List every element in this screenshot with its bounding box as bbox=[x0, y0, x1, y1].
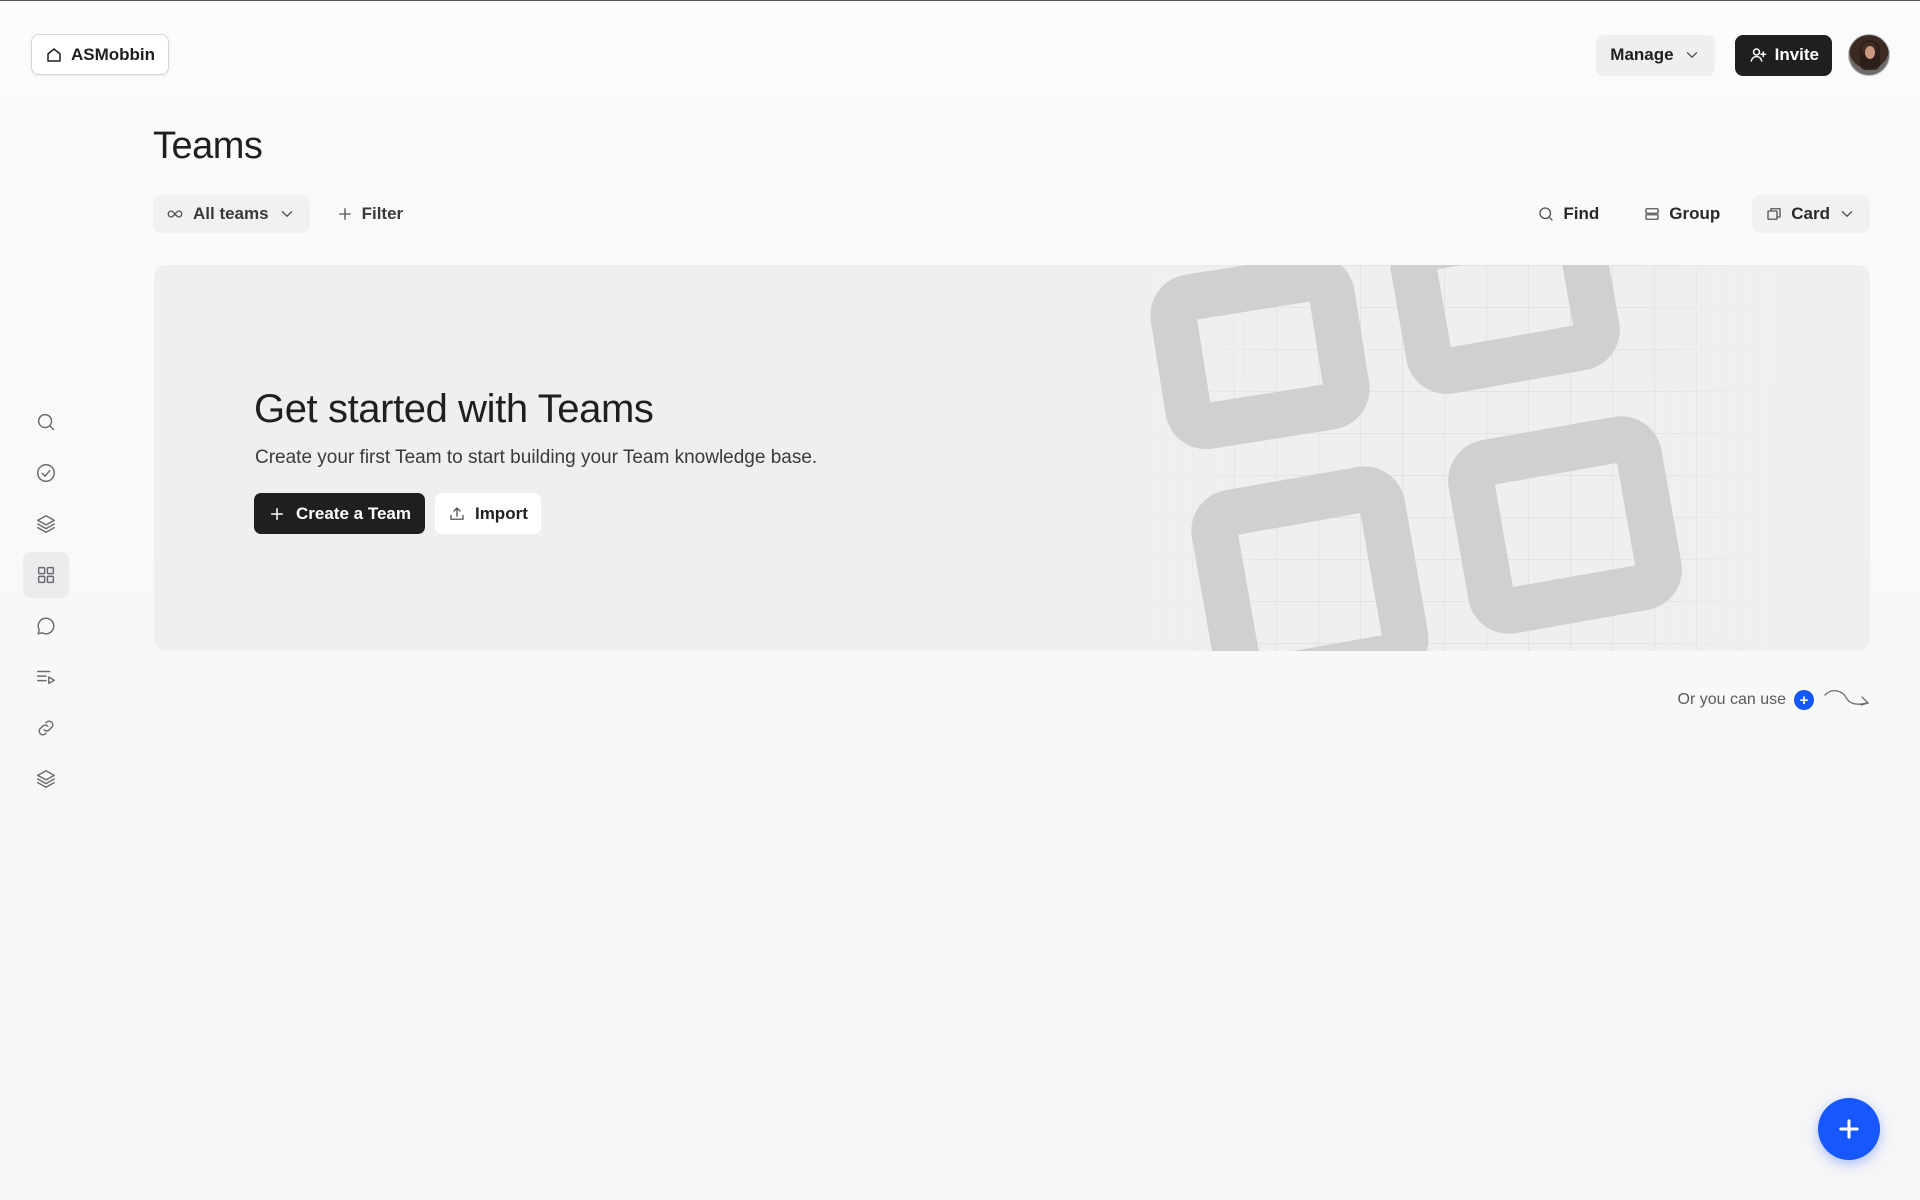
hint-plus-badge: + bbox=[1794, 690, 1814, 710]
filter-button[interactable]: Filter bbox=[326, 195, 414, 233]
sidebar-item-stacks[interactable] bbox=[23, 756, 69, 802]
chat-icon bbox=[37, 617, 55, 635]
create-team-button[interactable]: Create a Team bbox=[254, 493, 425, 534]
avatar[interactable] bbox=[1848, 34, 1890, 76]
header-actions: Manage Invite bbox=[1596, 34, 1890, 76]
manage-button[interactable]: Manage bbox=[1596, 34, 1715, 76]
banner-subtitle: Create your first Team to start building… bbox=[255, 447, 818, 468]
group-icon bbox=[1645, 208, 1659, 220]
invite-button[interactable]: Invite bbox=[1734, 34, 1832, 76]
fab-hint: Or you can use + bbox=[1678, 685, 1873, 715]
view-dropdown[interactable]: Card bbox=[1752, 195, 1870, 233]
chevron-down-icon bbox=[1686, 52, 1697, 58]
view-label: Card bbox=[1791, 204, 1830, 223]
teams-illustration bbox=[1150, 265, 1682, 651]
link-icon bbox=[38, 720, 54, 736]
layers-icon bbox=[37, 515, 55, 533]
check-circle-icon bbox=[37, 464, 55, 482]
workspace-name: ASMobbin bbox=[71, 44, 156, 64]
find-label: Find bbox=[1563, 204, 1600, 223]
all-teams-dropdown[interactable]: All teams bbox=[153, 195, 310, 233]
manage-label: Manage bbox=[1610, 45, 1674, 64]
sidebar-item-chat[interactable] bbox=[23, 603, 69, 649]
curved-arrow-icon bbox=[1824, 689, 1870, 706]
chevron-down-icon bbox=[1841, 211, 1853, 217]
find-button[interactable]: Find bbox=[1525, 195, 1611, 233]
sidebar-item-links[interactable] bbox=[23, 705, 69, 751]
banner-actions: Create a Team Import bbox=[254, 493, 541, 534]
stack-icon bbox=[37, 770, 55, 788]
add-user-icon bbox=[1750, 48, 1766, 62]
sidebar-item-spaces[interactable] bbox=[23, 501, 69, 547]
plus-icon bbox=[338, 208, 351, 220]
sidebar-item-playlists[interactable] bbox=[23, 654, 69, 700]
search-icon bbox=[37, 413, 55, 431]
plus-icon bbox=[1839, 1119, 1859, 1139]
sidebar-item-search[interactable] bbox=[23, 399, 69, 445]
chevron-down-icon bbox=[281, 211, 292, 217]
group-button[interactable]: Group bbox=[1631, 195, 1732, 233]
workspace-button[interactable]: ASMobbin bbox=[31, 34, 170, 75]
empty-state-banner: Get started with Teams Create your first… bbox=[154, 265, 1870, 651]
sidebar-item-teams[interactable] bbox=[23, 552, 69, 598]
floating-add-button[interactable] bbox=[1818, 1098, 1880, 1160]
infinity-icon bbox=[167, 210, 183, 218]
sidebar-item-tasks[interactable] bbox=[23, 450, 69, 496]
import-label: Import bbox=[474, 503, 528, 523]
all-teams-label: All teams bbox=[193, 204, 269, 223]
playlist-icon bbox=[37, 670, 55, 685]
plus-icon bbox=[271, 507, 283, 520]
toolbar-left: All teams Filter bbox=[153, 195, 413, 233]
grid-icon bbox=[37, 566, 55, 584]
group-label: Group bbox=[1669, 204, 1721, 223]
toolbar-right: Find Group Card bbox=[1505, 195, 1870, 233]
hint-text: Or you can use bbox=[1677, 691, 1787, 708]
create-team-label: Create a Team bbox=[296, 503, 411, 523]
home-icon bbox=[47, 47, 61, 62]
banner-title: Get started with Teams bbox=[254, 387, 654, 431]
import-button[interactable]: Import bbox=[434, 493, 541, 534]
filter-label: Filter bbox=[361, 204, 404, 223]
upload-icon bbox=[450, 506, 464, 520]
page-title: Teams bbox=[153, 125, 263, 167]
sidebar bbox=[23, 399, 69, 807]
search-icon bbox=[1539, 207, 1554, 221]
invite-label: Invite bbox=[1774, 45, 1819, 64]
card-view-icon bbox=[1767, 208, 1781, 220]
